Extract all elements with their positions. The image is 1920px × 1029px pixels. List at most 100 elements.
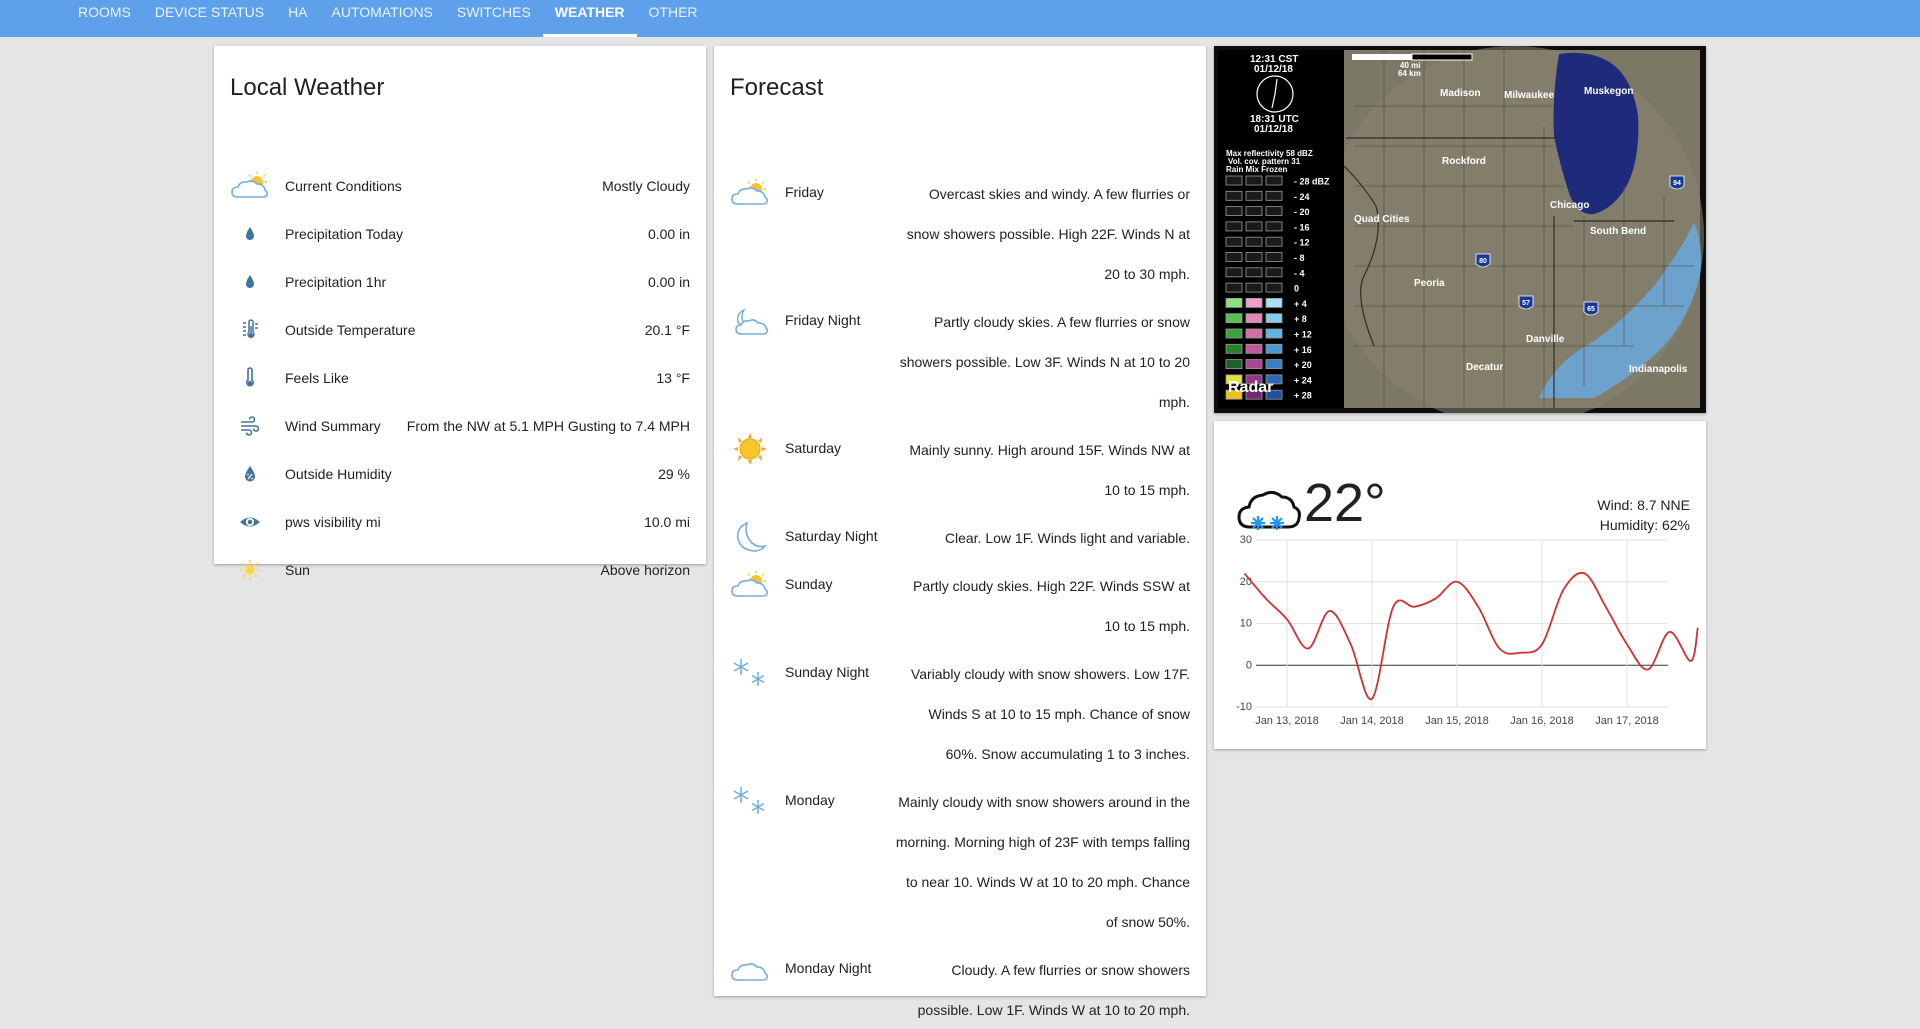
chart-x-tick-label: Jan 14, 2018 [1340,715,1404,727]
temperature-card: 22° Wind: 8.7 NNE Humidity: 62% 30 20 10 0-… [1214,421,1706,749]
radar-city-label: Quad Cities [1354,214,1410,225]
local-weather-row[interactable]: Current Conditions Mostly Cloudy [230,166,690,206]
chart-y-tick-label: -10 [1236,701,1252,713]
radar-legend-level: + 4 [1294,299,1307,309]
local-weather-value: From the NW at 5.1 MPH Gusting to 7.4 MP… [406,418,690,434]
local-weather-label: Current Conditions [285,178,402,194]
radar-legend-row: + 12 [1225,328,1312,340]
radar-legend-level: + 16 [1294,345,1312,355]
local-weather-title: Local Weather [230,74,385,101]
partly-cloudy-icon [230,166,270,206]
local-weather-row[interactable]: Feels Like 13 °F [230,358,690,398]
partly-cloudy-day-icon [730,568,770,602]
humidity-icon [230,454,270,494]
forecast-description: Clear. Low 1F. Winds light and variable. [944,530,1190,546]
radar-legend-row: + 8 [1225,313,1307,324]
forecast-title: Forecast [730,74,824,101]
tab-ha[interactable]: HA [276,0,319,37]
forecast-day: Saturday [785,440,842,456]
local-weather-card: Local Weather Current Conditions Mostly C… [214,46,706,580]
local-weather-value: 13 °F [656,370,690,386]
forecast-description: Cloudy. A few flurries or snow showers p… [917,962,1190,1018]
water-drop-icon [230,214,270,254]
radar-legend-level: + 28 [1294,391,1312,401]
chart-y-tick-label: 0 [1246,659,1252,671]
highway-shield-icon: 65 [1583,301,1599,316]
radar-map: 12:31 CST 01/12/18 18:31 UTC 01/12/18 Ma… [1214,46,1706,413]
radar-local-date: 01/12/18 [1254,64,1293,75]
local-weather-label: Wind Summary [285,418,381,434]
chart-x-tick-label: Jan 15, 2018 [1425,715,1489,727]
forecast-day: Monday Night [785,960,872,976]
svg-text:94: 94 [1673,180,1681,187]
local-weather-label: Precipitation Today [285,226,404,242]
chart-y-tick-label: 30 [1240,534,1252,546]
top-nav-bar: ROOMS DEVICE STATUS HA AUTOMATIONS SWITCHES W… [0,0,1920,37]
tab-other[interactable]: OTHER [637,0,710,37]
radar-legend-level: - 24 [1294,192,1310,202]
forecast-day: Monday [785,792,835,808]
cloud-icon [730,952,770,986]
radar-city-label: Milwaukee [1504,90,1554,101]
radar-legend-row: + 4 [1225,297,1307,309]
forecast-day: Saturday Night [785,528,878,544]
radar-legend-level: + 8 [1294,314,1307,324]
moon-icon [730,520,770,554]
radar-city-label: Madison [1440,88,1481,99]
local-weather-row[interactable]: Sun Above horizon [230,550,690,590]
wind-icon [230,406,270,446]
sun-icon [230,550,270,590]
forecast-day: Sunday Night [785,664,870,680]
local-weather-row[interactable]: Outside Temperature 20.1 °F [230,310,690,350]
radar-city-label: Danville [1526,334,1565,345]
local-weather-row[interactable]: Wind Summary From the NW at 5.1 MPH Gusti… [230,406,690,446]
radar-city-label: Rockford [1442,156,1486,167]
forecast-description: Partly cloudy skies. A few flurries or s… [899,314,1190,410]
local-weather-row[interactable]: Precipitation Today 0.00 in [230,214,690,254]
local-weather-row[interactable]: Precipitation 1hr 0.00 in [230,262,690,302]
local-weather-value: 29 % [658,466,690,482]
forecast-day: Friday Night [785,312,861,328]
radar-city-label: Peoria [1414,278,1445,289]
highway-shield-icon: 80 [1475,253,1491,268]
highway-shield-icon: 94 [1669,175,1685,190]
radar-legend-level: - 16 [1294,222,1310,232]
water-drop-icon [230,262,270,302]
forecast-day: Sunday [785,576,833,592]
nav-tabs: ROOMS DEVICE STATUS HA AUTOMATIONS SWITCHES W… [66,0,710,37]
local-weather-value: Mostly Cloudy [602,178,690,194]
forecast-card: Forecast Friday Overcast skies and windy.… [714,46,1206,1018]
local-weather-label: pws visibility mi [285,514,381,530]
sunny-icon [730,432,770,466]
temperature-series-line [1243,571,1699,700]
radar-legend-level: + 20 [1294,360,1312,370]
tab-switches[interactable]: SWITCHES [445,0,543,37]
radar-legend-row: - 20 [1225,206,1310,217]
forecast-description: Mainly cloudy with snow showers around i… [895,794,1190,930]
tab-weather[interactable]: WEATHER [542,0,637,37]
tab-device-status[interactable]: DEVICE STATUS [143,0,276,37]
local-weather-row[interactable]: Outside Humidity 29 % [230,454,690,494]
radar-legend-row: - 12 [1225,236,1310,248]
forecast-description: Variably cloudy with snow showers. Low 1… [910,666,1190,762]
local-weather-value: 20.1 °F [644,322,690,338]
radar-legend-row: + 16 [1225,343,1312,355]
snowflakes-icon [730,656,770,690]
forecast-day: Friday [785,184,824,200]
tab-automations[interactable]: AUTOMATIONS [320,0,445,37]
eye-icon [230,502,270,542]
radar-utc-date: 01/12/18 [1254,124,1293,135]
snowflakes-icon [730,784,770,818]
local-weather-label: Precipitation 1hr [285,274,387,290]
radar-legend-level: - 28 dBZ [1294,177,1330,187]
radar-city-label: Muskegon [1584,86,1633,97]
chart-y-tick-label: 10 [1240,618,1252,630]
radar-legend-level: 0 [1294,284,1299,294]
local-weather-value: 0.00 in [647,226,690,242]
local-weather-row[interactable]: pws visibility mi 10.0 mi [230,502,690,542]
radar-legend-row: + 20 [1225,359,1312,370]
tab-rooms[interactable]: ROOMS [66,0,143,37]
local-weather-label: Outside Humidity [285,466,392,482]
radar-card[interactable]: 12:31 CST 01/12/18 18:31 UTC 01/12/18 Ma… [1214,46,1706,413]
radar-legend-level: - 4 [1294,268,1305,278]
